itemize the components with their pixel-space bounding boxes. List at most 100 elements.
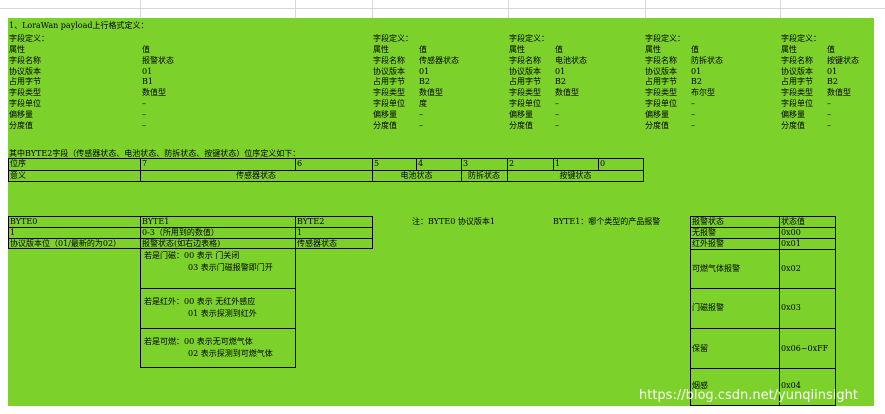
byte2-desc: 传感器状态 (297, 239, 337, 248)
field-def-header: 字段定义： (509, 34, 549, 43)
field-attr-value: 值 (142, 45, 150, 54)
field-attr-value: 01 (555, 66, 566, 76)
field-attr-value: 数值型 (827, 88, 851, 98)
bit-divider (416, 158, 417, 170)
alarm-row-divider (690, 328, 836, 329)
field-attr-value: 电池状态 (555, 55, 587, 65)
field-attr-name: 字段单位 (781, 99, 813, 108)
meaning-label: 意义 (10, 171, 26, 180)
note-door-line2: 03 表示门磁报警即门开 (188, 263, 273, 272)
alarm-value: 0x03 (781, 303, 801, 312)
field-attr-value: 值 (827, 45, 835, 54)
meaning-cell: 传感器状态 (236, 171, 276, 180)
field-def-header: 字段定义： (373, 34, 413, 43)
field-attr-name: 协议版本 (781, 66, 813, 76)
field-attr-value: 值 (555, 45, 563, 54)
byte1-header: BYTE1 (142, 217, 170, 226)
bit-label: 1 (555, 159, 561, 168)
field-attr-name: 分度值 (509, 120, 533, 130)
bit-label: 3 (463, 159, 469, 168)
bit-divider (372, 158, 373, 170)
field-attr-name: 字段单位 (645, 99, 677, 108)
field-attr-name: 偏移量 (509, 109, 533, 119)
meaning-cell: 按键状态 (559, 171, 592, 180)
bit-divider (553, 158, 554, 170)
field-attr-value: B2 (827, 77, 838, 87)
notes-divider (140, 328, 296, 329)
field-attr-name: 协议版本 (645, 66, 677, 76)
alarm-row-divider (690, 288, 836, 289)
field-attr-name: 协议版本 (373, 66, 405, 76)
alarm-header-value: 状态值 (781, 217, 805, 226)
field-attr-value: – (827, 120, 831, 130)
field-attr-value: 布尔型 (691, 88, 715, 98)
alarm-state: 门磁报警 (692, 303, 724, 312)
alarm-state: 保留 (692, 344, 708, 353)
field-attr-value: – (827, 99, 831, 108)
bit-label: 0 (600, 159, 606, 168)
field-attr-name: 属性 (645, 45, 661, 54)
column-divider (780, 0, 781, 18)
field-attr-name: 属性 (781, 45, 797, 54)
field-attr-name: 偏移量 (781, 109, 805, 119)
bit-label: 2 (509, 159, 515, 168)
field-def-header: 字段定义： (781, 34, 821, 43)
field-attr-name: 字段名称 (781, 55, 813, 65)
bit-label: 6 (297, 159, 303, 168)
field-attr-value: B2 (419, 77, 430, 87)
field-def-header: 字段定义： (9, 34, 49, 43)
field-attr-name: 偏移量 (645, 109, 669, 119)
field-attr-name: 字段类型 (645, 88, 677, 98)
field-attr-name: 占用字节 (781, 77, 813, 87)
alarm-state: 红外报警 (692, 239, 724, 248)
field-attr-name: 字段名称 (645, 55, 677, 65)
field-attr-name: 协议版本 (509, 66, 541, 76)
field-attr-value: B1 (142, 77, 153, 87)
field-attr-value: – (419, 120, 423, 130)
spreadsheet-sheet: 1、LoraWan payload上行格式定义： 字段定义： 属性值字段名称 报警状… (0, 0, 885, 414)
field-attr-name: 偏移量 (9, 109, 33, 119)
field-attr-name: 字段单位 (9, 99, 41, 108)
field-attr-name: 占用字节 (9, 77, 41, 87)
field-attr-value: 传感器状态 (419, 55, 459, 65)
meaning-cell: 防拆状态 (468, 171, 500, 180)
field-attr-value: 01 (142, 66, 153, 76)
field-attr-name: 占用字节 (373, 77, 405, 87)
field-attr-value: 数值型 (142, 88, 166, 98)
field-attr-value: 报警状态 (142, 55, 174, 65)
field-attr-name: 字段名称 (9, 55, 41, 65)
bit-label: 5 (374, 159, 380, 168)
meaning-cell: 电池状态 (400, 171, 433, 180)
watermark-text: https://blog.csdn.net/yunqiinsight (639, 388, 858, 403)
field-attr-value: – (142, 109, 146, 119)
field-attr-value: – (827, 109, 831, 119)
column-divider (645, 0, 646, 18)
field-attr-value: – (691, 120, 695, 130)
alarm-value: 0x06~0xFF (781, 344, 829, 353)
field-attr-name: 属性 (509, 45, 525, 54)
field-attr-name: 字段单位 (373, 99, 405, 108)
field-attr-name: 分度值 (645, 120, 669, 130)
field-attr-name: 字段类型 (9, 88, 41, 98)
alarm-value: 0x02 (781, 264, 801, 273)
field-attr-value: 01 (827, 66, 838, 76)
field-attr-name: 分度值 (373, 120, 397, 130)
bit-divider (598, 158, 599, 170)
field-attr-value: – (691, 109, 695, 119)
byte2-value: 1 (297, 228, 303, 237)
bit-order-label: 位序 (10, 159, 26, 168)
field-attr-value: 数值型 (419, 88, 443, 98)
field-attr-value: 01 (691, 66, 702, 76)
note-gas-line2: 02 表示探测到可燃气体 (188, 349, 273, 358)
alarm-header-state: 报警状态 (692, 217, 724, 226)
field-attr-value: 数值型 (555, 88, 579, 98)
column-divider (140, 0, 141, 18)
field-attr-value: – (555, 99, 559, 108)
field-def-header: 字段定义： (645, 34, 685, 43)
note-ir-line1: 若是红外：00 表示 无红外感应 (144, 297, 256, 306)
field-attr-value: 值 (691, 45, 699, 54)
alarm-row-divider (690, 368, 836, 369)
field-attr-value: B2 (555, 77, 566, 87)
bit-label: 7 (142, 159, 148, 168)
field-attr-name: 属性 (9, 45, 25, 54)
